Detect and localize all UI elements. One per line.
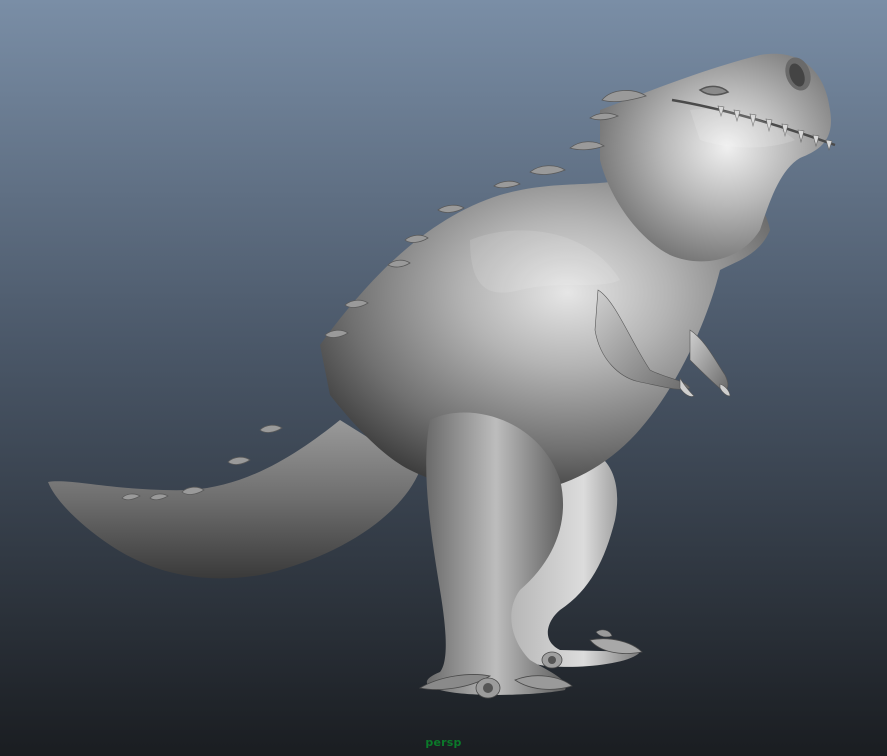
perspective-viewport[interactable]: persp [0, 0, 887, 756]
t-rex-model[interactable] [0, 0, 887, 756]
tail [48, 420, 420, 579]
camera-name-label: persp [425, 736, 462, 749]
